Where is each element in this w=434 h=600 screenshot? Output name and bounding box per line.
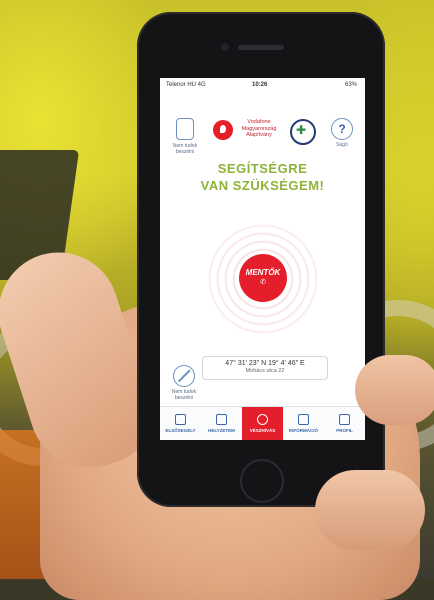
tab-label: HELYZETEM (208, 428, 235, 433)
bottom-tab-bar: ELSŐSEGÉLY HELYZETEM VÉSZHÍVÁS INFORMÁCI… (160, 406, 365, 440)
cannot-speak-header-button[interactable]: Nem tudok beszélni (166, 118, 204, 155)
org-name: Vodafone Magyarország Alapítvány (241, 119, 277, 138)
app-screen: Telenor HU 4G 10:26 63% Nem tudok beszél… (160, 78, 365, 440)
sos-button-label: MENTŐK (245, 268, 281, 277)
location-box: 47° 31' 23" N 19° 4' 46" E Mohács utca 2… (202, 356, 328, 380)
clock: 10:26 (252, 82, 268, 88)
question-icon: ? (331, 118, 353, 140)
header-left-label: Nem tudok beszélni (172, 143, 198, 155)
battery-level: 63% (344, 82, 357, 88)
tab-label: PROFIL (336, 428, 353, 433)
tab-my-location[interactable]: HELYZETEM (201, 407, 242, 440)
phone-device-icon (176, 118, 194, 140)
headline: SEGÍTSÉGRE VAN SZÜKSÉGEM! (160, 160, 365, 194)
tab-label: ELSŐSEGÉLY (165, 428, 196, 433)
cannot-speak-button[interactable]: Nem tudok beszélni (168, 365, 200, 401)
tab-profile[interactable]: PROFIL (324, 407, 365, 440)
ambulance-service-logo-icon (290, 119, 316, 145)
earpiece-speaker (238, 45, 284, 50)
hand-finger (355, 355, 434, 425)
emergency-cross-icon (257, 414, 268, 425)
headline-line-1: SEGÍTSÉGRE (217, 161, 308, 176)
target-icon (216, 414, 227, 425)
info-icon (298, 414, 309, 425)
headline-line-2: VAN SZÜKSÉGEM! (200, 178, 325, 193)
tab-first-aid[interactable]: ELSŐSEGÉLY (160, 407, 201, 440)
sponsor-logos: Vodafone Magyarország Alapítvány (210, 118, 316, 152)
street-address: Mohács utca 22 (245, 368, 285, 374)
home-button[interactable] (240, 459, 284, 503)
tab-emergency-call[interactable]: VÉSZHÍVÁS (242, 407, 283, 440)
carrier-label: Telenor HU 4G (166, 82, 206, 88)
phone-icon: ✆ (260, 279, 266, 286)
first-aid-kit-icon (175, 414, 186, 425)
status-bar: Telenor HU 4G 10:26 63% (160, 78, 365, 92)
help-button[interactable]: ? Súgó (326, 118, 358, 148)
tab-label: INFORMÁCIÓ (289, 428, 318, 433)
cannot-speak-label: Nem tudok beszélni (171, 389, 197, 401)
help-label: Súgó (336, 142, 348, 148)
user-icon (339, 414, 350, 425)
hand-finger (315, 470, 425, 550)
mute-icon (173, 365, 195, 387)
tab-label: VÉSZHÍVÁS (249, 428, 276, 433)
vodafone-logo-icon (213, 120, 233, 140)
call-ambulance-button[interactable]: MENTŐK ✆ (239, 254, 287, 302)
front-camera (221, 43, 229, 51)
gps-coordinates: 47° 31' 23" N 19° 4' 46" E (225, 360, 305, 367)
tab-information[interactable]: INFORMÁCIÓ (283, 407, 324, 440)
